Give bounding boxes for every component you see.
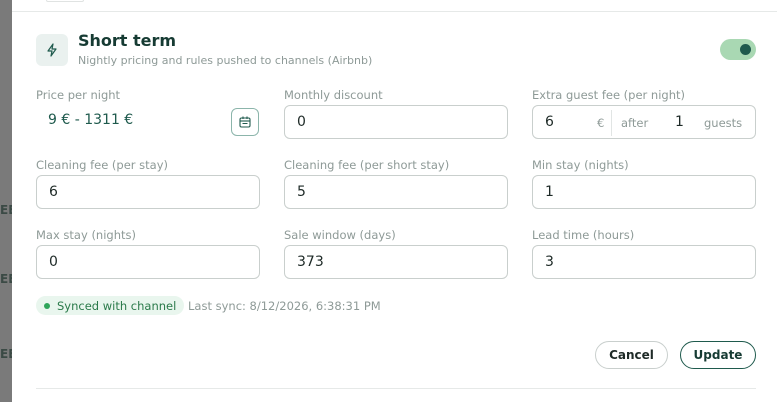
price-per-night-value: 9 € - 1311 € <box>48 112 134 128</box>
short-term-toggle[interactable] <box>720 39 756 60</box>
cleaning-fee-short-label: Cleaning fee (per short stay) <box>284 158 450 172</box>
cleaning-fee-input[interactable]: 6 <box>36 175 260 209</box>
guests-label: guests <box>704 116 743 130</box>
cleaning-fee-short-input[interactable]: 5 <box>284 175 508 209</box>
max-stay-label: Max stay (nights) <box>36 228 136 242</box>
sync-status-badge: Synced with channel <box>36 296 185 315</box>
top-divider <box>12 11 777 12</box>
extra-guest-fee-group: 6 € after 1 guests <box>532 105 756 139</box>
status-dot-icon <box>44 302 50 309</box>
monthly-discount-label: Monthly discount <box>284 88 383 102</box>
top-tab-stub <box>46 0 84 2</box>
backdrop-text-fragment: EE <box>0 272 12 286</box>
section-subtitle: Nightly pricing and rules pushed to chan… <box>78 54 373 67</box>
backdrop-text-fragment: EE <box>0 203 12 217</box>
cancel-button[interactable]: Cancel <box>595 341 668 369</box>
sale-window-label: Sale window (days) <box>284 228 396 242</box>
min-stay-label: Min stay (nights) <box>532 158 629 172</box>
min-stay-input[interactable]: 1 <box>532 175 756 209</box>
field-divider <box>611 110 612 136</box>
lead-time-input[interactable]: 3 <box>532 245 756 279</box>
after-label: after <box>621 116 649 130</box>
short-term-settings-modal: Short term Nightly pricing and rules pus… <box>12 0 777 402</box>
last-sync-timestamp: Last sync: 8/12/2026, 6:38:31 PM <box>188 299 381 313</box>
extra-guest-fee-label: Extra guest fee (per night) <box>532 88 685 102</box>
calendar-icon <box>239 116 251 128</box>
price-per-night-label: Price per night <box>36 88 121 102</box>
lead-time-label: Lead time (hours) <box>532 228 635 242</box>
bottom-divider <box>36 388 756 389</box>
modal-backdrop: EE EE EE <box>0 0 12 402</box>
monthly-discount-input[interactable]: 0 <box>284 105 508 139</box>
sync-status-text: Synced with channel <box>57 298 177 313</box>
backdrop-text-fragment: EE <box>0 347 12 361</box>
guest-count-input[interactable]: 1 <box>675 114 684 130</box>
currency-unit: € <box>597 116 605 130</box>
sale-window-input[interactable]: 373 <box>284 245 508 279</box>
calendar-button[interactable] <box>231 108 259 136</box>
update-button[interactable]: Update <box>680 341 756 369</box>
cleaning-fee-label: Cleaning fee (per stay) <box>36 158 169 172</box>
section-title: Short term <box>78 31 177 50</box>
extra-guest-fee-input[interactable]: 6 <box>545 114 554 130</box>
toggle-knob <box>740 44 751 55</box>
max-stay-input[interactable]: 0 <box>36 245 260 279</box>
lightning-icon <box>36 34 68 66</box>
